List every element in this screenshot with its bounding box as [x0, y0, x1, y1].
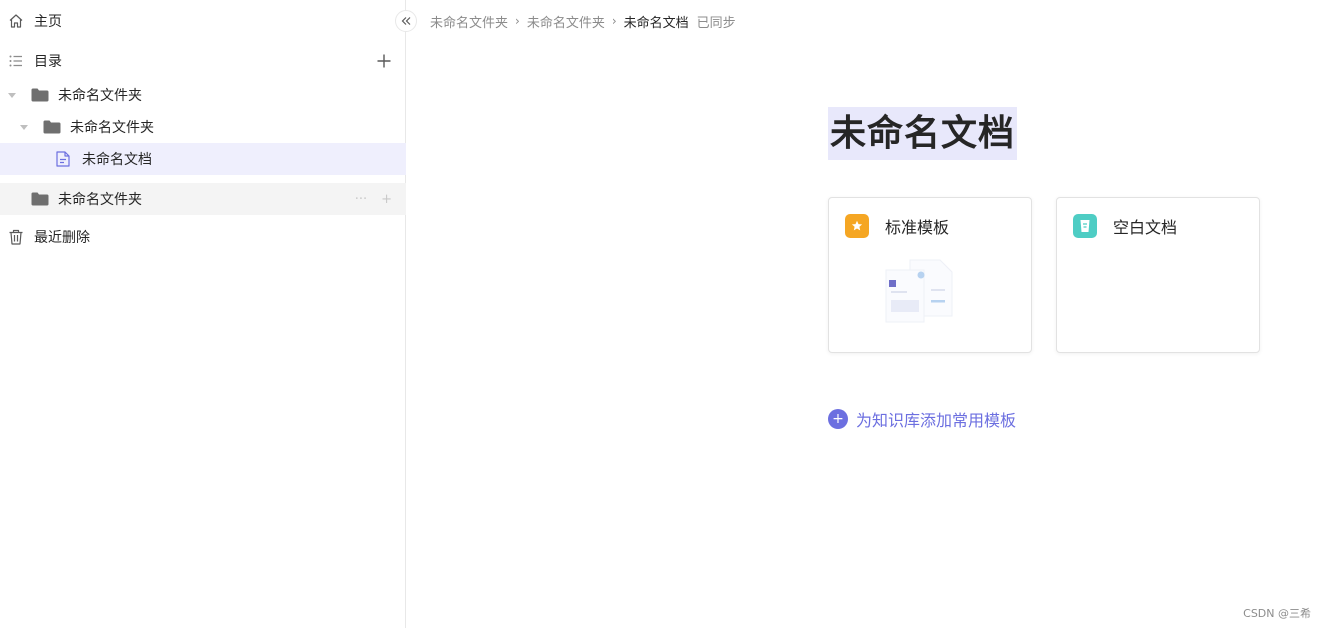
tree-item-label: 未命名文件夹 — [58, 88, 142, 104]
tree-item-label: 未命名文件夹 — [58, 192, 142, 208]
watermark: CSDN @三希 — [1243, 607, 1311, 620]
home-icon — [8, 13, 24, 29]
toc-label: 目录 — [34, 54, 62, 70]
tree-item-label: 未命名文档 — [82, 152, 152, 168]
breadcrumb-current: 未命名文档 — [623, 15, 689, 31]
breadcrumb: 未命名文件夹 › 未命名文件夹 › 未命名文档 已同步 — [430, 11, 736, 31]
tree-item-document-selected[interactable]: 未命名文档 — [0, 143, 406, 175]
sidebar: 主页 目录 未命名文件夹 未命名文件夹 未命名文档 未命名文件夹 ··· + 最… — [0, 0, 406, 628]
template-preview-illustration — [884, 258, 954, 328]
app-window: 主页 目录 未命名文件夹 未命名文件夹 未命名文档 未命名文件夹 ··· + 最… — [0, 0, 1326, 628]
breadcrumb-item[interactable]: 未命名文件夹 — [430, 12, 508, 31]
tree-item-label: 未命名文件夹 — [70, 120, 154, 136]
sidebar-item-trash[interactable]: 最近删除 — [0, 221, 406, 253]
row-actions: ··· + — [355, 183, 392, 215]
blank-doc-icon — [1073, 214, 1097, 238]
add-toc-item-button[interactable] — [376, 53, 392, 69]
card-label: 标准模板 — [885, 218, 950, 237]
list-icon — [8, 53, 24, 69]
breadcrumb-item[interactable]: 未命名文件夹 — [527, 12, 605, 31]
tree-item-folder[interactable]: 未命名文件夹 — [0, 79, 406, 111]
sidebar-item-label: 主页 — [34, 14, 62, 30]
folder-icon — [31, 192, 49, 206]
caret-down-icon[interactable] — [7, 90, 17, 100]
document-icon — [56, 151, 70, 167]
sidebar-toc-header: 目录 — [0, 45, 406, 77]
card-label: 空白文档 — [1113, 218, 1178, 237]
add-template-link[interactable]: + 为知识库添加常用模板 — [828, 408, 1016, 430]
more-actions-button[interactable]: ··· — [355, 192, 367, 207]
add-template-label: 为知识库添加常用模板 — [856, 411, 1017, 430]
star-icon — [845, 214, 869, 238]
tree-item-folder-hovered[interactable]: 未命名文件夹 ··· + — [0, 183, 406, 215]
plus-circle-icon: + — [828, 409, 848, 429]
standard-template-card[interactable]: 标准模板 — [828, 197, 1032, 353]
document-title[interactable]: 未命名文档 — [828, 107, 1018, 160]
folder-icon — [43, 120, 61, 134]
double-chevron-left-icon — [401, 17, 411, 25]
breadcrumb-separator: › — [611, 14, 617, 28]
tree-item-folder[interactable]: 未命名文件夹 — [0, 111, 406, 143]
folder-icon — [31, 88, 49, 102]
plus-icon — [377, 54, 391, 68]
caret-down-icon[interactable] — [19, 122, 29, 132]
trash-icon — [8, 229, 24, 245]
breadcrumb-separator: › — [515, 14, 520, 28]
collapse-sidebar-button[interactable] — [395, 10, 417, 32]
add-child-button[interactable]: + — [381, 192, 392, 207]
sidebar-item-label: 最近删除 — [34, 230, 90, 246]
sync-status: 已同步 — [696, 15, 736, 31]
sidebar-item-home[interactable]: 主页 — [0, 5, 406, 37]
blank-document-card[interactable]: 空白文档 — [1056, 197, 1260, 353]
